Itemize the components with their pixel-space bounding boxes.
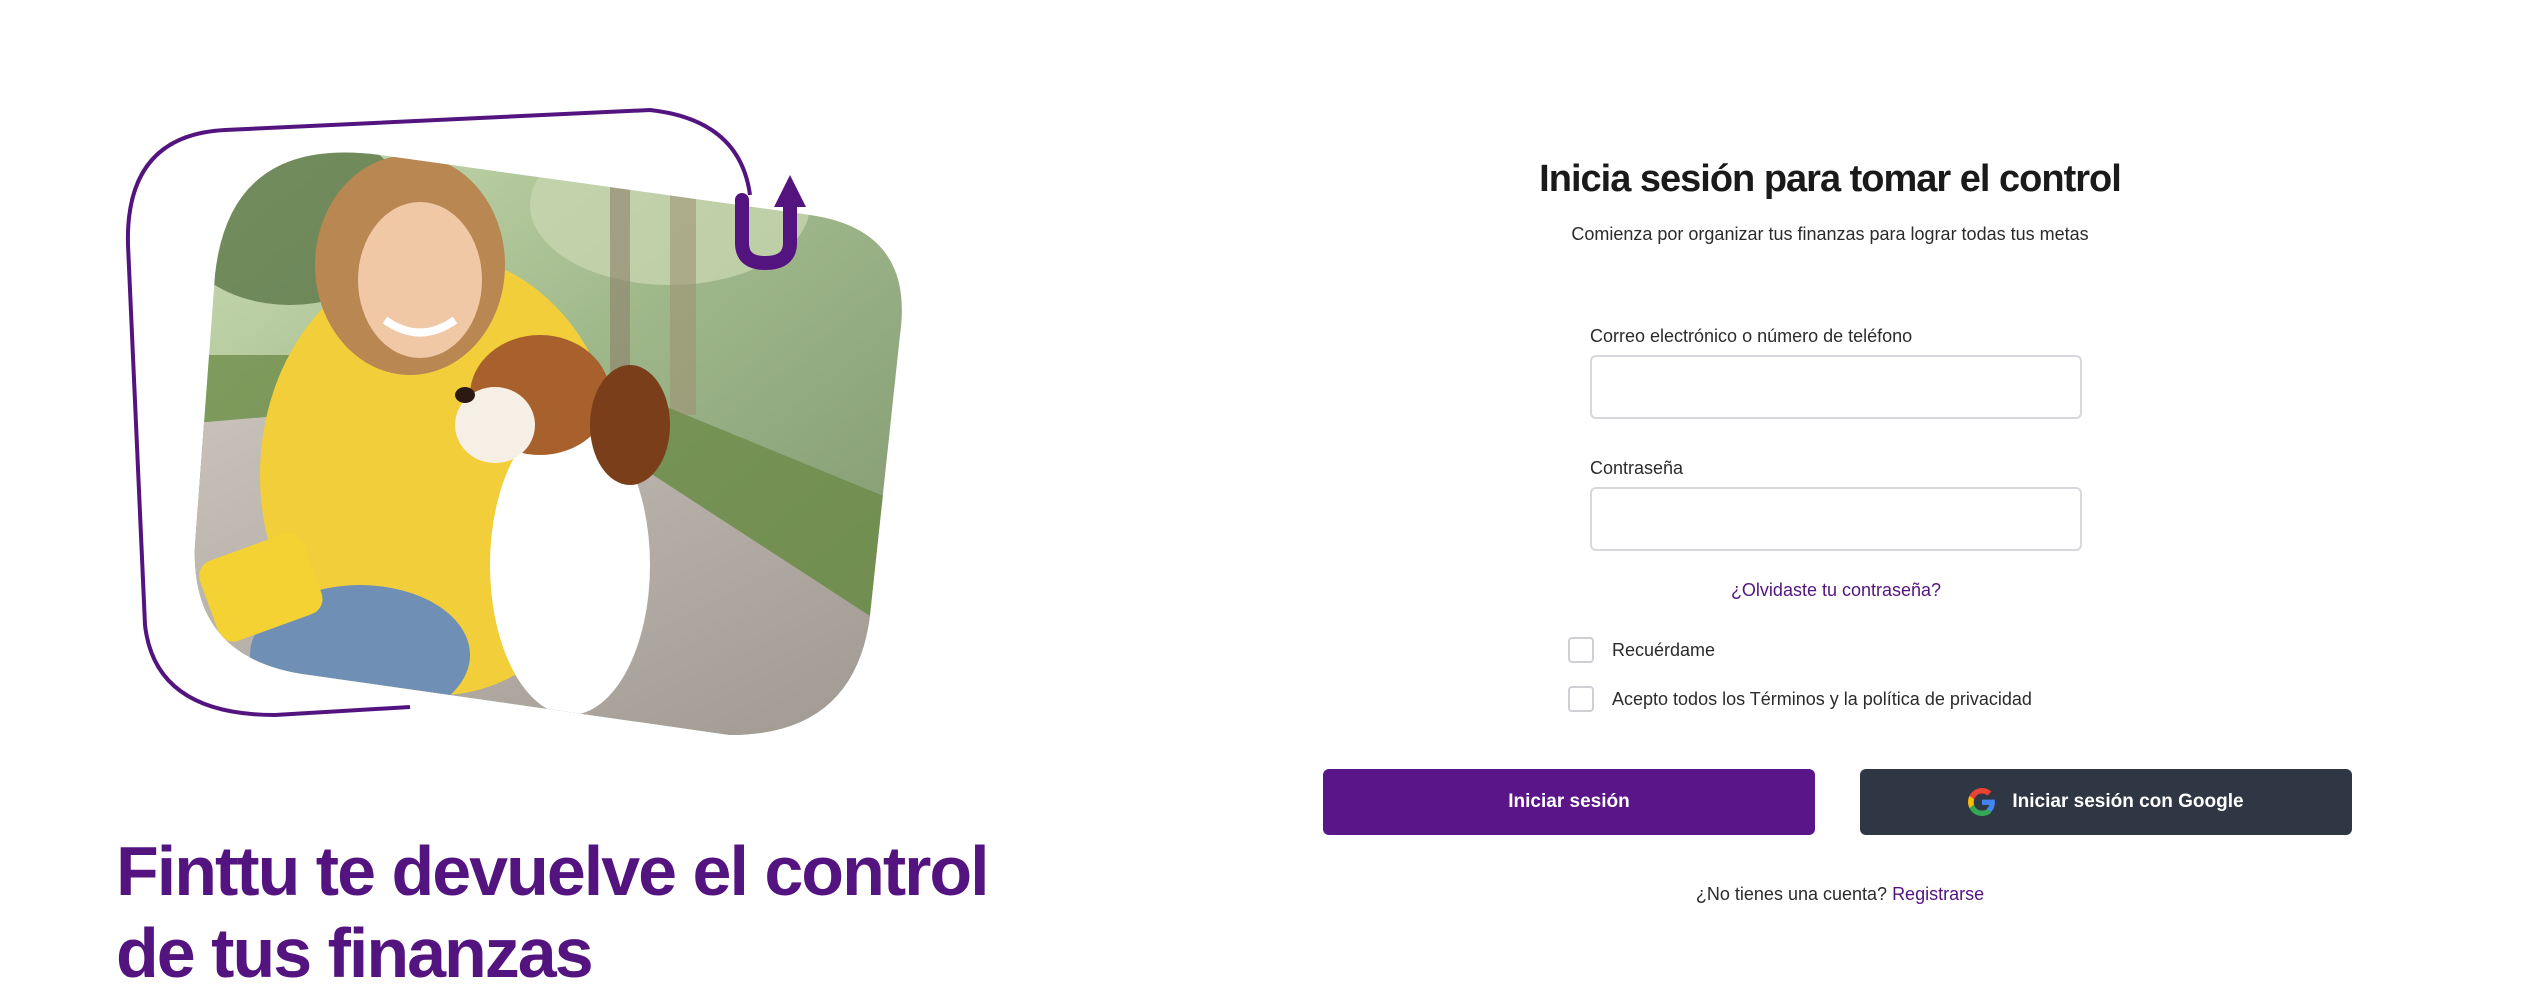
login-button[interactable]: Iniciar sesión <box>1323 769 1815 835</box>
forgot-password-link[interactable]: ¿Olvidaste tu contraseña? <box>1590 580 2082 601</box>
remember-me-checkbox[interactable] <box>1568 637 1594 663</box>
remember-me-label: Recuérdame <box>1612 639 1716 660</box>
login-page: Finttu te devuelve el control de tus fin… <box>0 0 2522 1004</box>
email-field[interactable] <box>1590 355 2082 419</box>
signup-link[interactable]: Registrarse <box>1892 884 1984 904</box>
password-field[interactable] <box>1590 487 2082 551</box>
terms-checkbox[interactable] <box>1568 686 1594 712</box>
hero-title-line-1: Finttu te devuelve el control <box>116 832 990 910</box>
email-label: Correo electrónico o número de teléfono <box>1590 326 1913 346</box>
password-label: Contraseña <box>1590 458 1684 478</box>
hero-photo <box>194 152 902 735</box>
login-button-label: Iniciar sesión <box>1508 791 1630 812</box>
login-subtitle: Comienza por organizar tus finanzas para… <box>1571 224 2089 244</box>
terms-label: Acepto todos los Términos y la política … <box>1612 688 2032 709</box>
login-title: Inicia sesión para tomar el control <box>1539 158 2122 200</box>
terms-row[interactable]: Acepto todos los Términos y la política … <box>1568 684 2032 714</box>
google-g-icon <box>1968 788 1996 816</box>
google-login-button[interactable]: Iniciar sesión con Google <box>1860 769 2352 835</box>
hero-title-line-2: de tus finanzas <box>116 914 594 992</box>
remember-me-row[interactable]: Recuérdame <box>1568 635 1715 665</box>
hero-title: Finttu te devuelve el control de tus fin… <box>116 830 1016 994</box>
no-account-text: ¿No tienes una cuenta? <box>1695 884 1888 904</box>
hero-illustration <box>110 95 950 775</box>
signup-row: ¿No tienes una cuenta? Registrarse <box>1300 884 2380 905</box>
google-login-button-label: Iniciar sesión con Google <box>2012 791 2244 812</box>
